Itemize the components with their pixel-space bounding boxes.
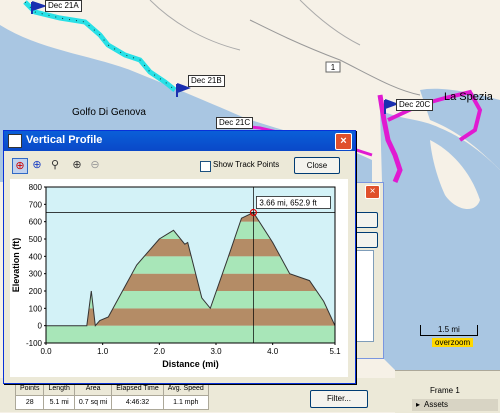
dialog-close-x-button[interactable]: × <box>335 133 352 150</box>
dialog-title: Vertical Profile <box>26 134 103 146</box>
x-tick-label: 5.1 <box>329 347 341 356</box>
y-tick-label: 700 <box>29 200 43 209</box>
waypoint-flag-label[interactable]: Dec 21B <box>188 75 225 87</box>
stats-value: 5.1 mi <box>43 395 75 410</box>
cursor-tooltip: 3.66 mi, 652.9 ft <box>259 198 317 207</box>
route-marker: 1 <box>331 63 336 72</box>
stats-value: 1.1 mph <box>162 395 209 410</box>
y-tick-label: 0 <box>38 322 43 331</box>
zoom-out-icon[interactable]: ⊖ <box>88 158 102 172</box>
background-panel-close-button[interactable]: × <box>365 185 380 199</box>
lasso-zoom-icon[interactable]: ⚲ <box>48 158 62 172</box>
y-tick-label: 600 <box>29 218 43 227</box>
y-tick-label: 200 <box>29 287 43 296</box>
x-tick-label: 1.0 <box>97 347 109 356</box>
background-panel-button[interactable] <box>354 232 378 248</box>
close-button[interactable]: Close <box>294 157 340 174</box>
show-track-points-label: Show Track Points <box>213 160 280 169</box>
vertical-profile-dialog: Vertical Profile × ⊕ ⊕ ⚲ ⊕ ⊖ Show Track … <box>3 130 356 384</box>
expand-arrow-icon: ▸ <box>416 400 421 409</box>
x-tick-label: 4.0 <box>267 347 279 356</box>
x-axis-label: Distance (mi) <box>162 359 219 369</box>
elevation-profile-chart[interactable]: -1000100200300400500600700800 0.0 1.0 2.0 3… <box>10 179 348 377</box>
dialog-title-bar[interactable]: Vertical Profile × <box>4 131 355 151</box>
stats-value: 0.7 sq mi <box>73 395 113 410</box>
y-tick-label: 800 <box>29 183 43 192</box>
show-track-points-checkbox[interactable] <box>200 161 211 172</box>
assets-label: Assets <box>424 400 449 409</box>
filter-button[interactable]: Filter... <box>310 390 368 408</box>
waypoint-flag-label[interactable]: Dec 21A <box>45 0 82 12</box>
place-label-golfo: Golfo Di Genova <box>72 107 146 118</box>
stats-value: 28 <box>14 395 45 410</box>
place-label-la-spezia: La Spezia <box>444 91 493 103</box>
crosshair-blue-icon[interactable]: ⊕ <box>30 158 44 172</box>
assets-row[interactable]: ▸ Assets <box>412 399 498 411</box>
y-axis-label: Elevation (ft) <box>11 238 21 293</box>
profile-app-icon <box>8 134 22 148</box>
x-tick-label: 0.0 <box>40 347 52 356</box>
scale-label: 1.5 mi <box>438 325 460 334</box>
y-tick-label: 500 <box>29 235 43 244</box>
crosshair-red-icon[interactable]: ⊕ <box>12 158 28 174</box>
x-tick-label: 2.0 <box>154 347 166 356</box>
y-tick-label: 100 <box>29 304 43 313</box>
track-stats-table: Points Length Area Elapsed Time Avg. Spe… <box>14 381 209 410</box>
overzoom-badge: overzoom <box>432 338 474 347</box>
stats-value: 4:46:32 <box>111 395 164 410</box>
zoom-in-icon[interactable]: ⊕ <box>70 158 84 172</box>
frame-label: Frame 1 <box>430 386 460 395</box>
waypoint-flag-label[interactable]: Dec 21C <box>216 117 254 129</box>
y-tick-label: 300 <box>29 270 43 279</box>
elevation-band <box>46 325 335 343</box>
background-panel-button[interactable] <box>354 212 378 228</box>
waypoint-flag-label[interactable]: Dec 20C <box>396 99 434 111</box>
elevation-band <box>46 308 335 326</box>
x-tick-label: 3.0 <box>210 347 222 356</box>
y-tick-label: 400 <box>29 252 43 261</box>
